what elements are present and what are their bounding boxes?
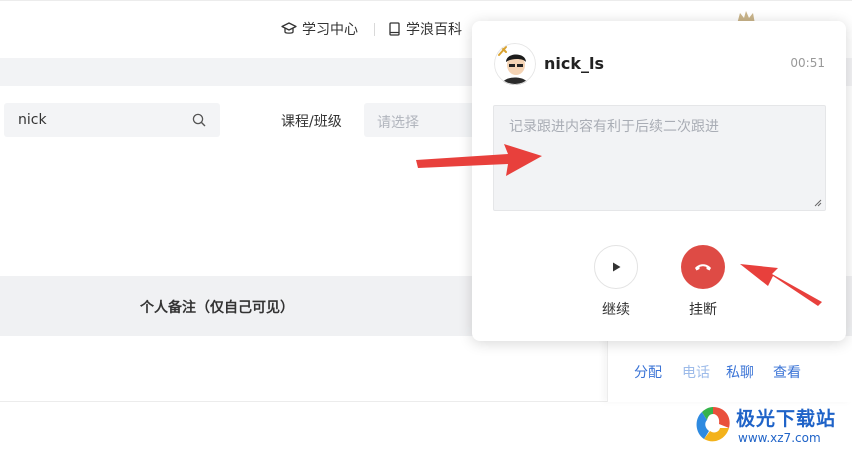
course-select[interactable]: 请选择 — [364, 103, 484, 137]
follow-up-notes-placeholder: 记录跟进内容有利于后续二次跟进 — [509, 119, 719, 135]
page: 学习中心 学浪百科 nick 课程/班级 请选择 个人备注（仅自己可见） 分配 … — [0, 0, 852, 456]
nav-learning-center[interactable]: 学习中心 — [281, 19, 358, 39]
search-icon[interactable] — [192, 113, 206, 127]
assign-link[interactable]: 分配 — [634, 362, 662, 382]
phone-hangup-icon — [695, 264, 711, 271]
search-input[interactable]: nick — [4, 103, 220, 137]
nav-divider — [374, 23, 375, 36]
book-icon — [389, 22, 400, 36]
hang-up-button[interactable] — [681, 245, 725, 289]
row-actions: 分配 电话 私聊 查看 — [607, 336, 852, 402]
call-timer: 00:51 — [790, 56, 825, 70]
resize-handle-icon[interactable] — [814, 199, 822, 207]
watermark-brand: 极光下载站 — [736, 408, 837, 430]
resume-button[interactable] — [594, 245, 638, 289]
follow-up-notes-field[interactable]: 记录跟进内容有利于后续二次跟进 — [493, 105, 826, 211]
graduation-cap-icon — [281, 22, 297, 34]
search-input-value: nick — [18, 112, 47, 128]
chat-link[interactable]: 私聊 — [726, 362, 754, 382]
nav-encyclopedia[interactable]: 学浪百科 — [388, 19, 462, 39]
course-select-placeholder: 请选择 — [377, 115, 419, 131]
phone-link[interactable]: 电话 — [682, 362, 710, 382]
course-filter-label: 课程/班级 — [281, 114, 342, 130]
view-link[interactable]: 查看 — [773, 362, 801, 382]
resume-label: 继续 — [602, 302, 630, 318]
column-header-note: 个人备注（仅自己可见） — [140, 300, 294, 316]
watermark-logo-icon — [696, 407, 730, 442]
call-panel: nick_ls 00:51 记录跟进内容有利于后续二次跟进 继续 挂断 — [472, 21, 846, 341]
nav-encyclopedia-label: 学浪百科 — [406, 22, 462, 38]
watermark-url: www.xz7.com — [738, 431, 821, 445]
watermark: 极光下载站 www.xz7.com — [690, 398, 850, 454]
play-icon — [613, 262, 621, 272]
caller-name: nick_ls — [544, 54, 605, 73]
nav-learning-center-label: 学习中心 — [302, 22, 358, 38]
caller-avatar — [494, 43, 536, 85]
hang-up-label: 挂断 — [689, 302, 717, 318]
